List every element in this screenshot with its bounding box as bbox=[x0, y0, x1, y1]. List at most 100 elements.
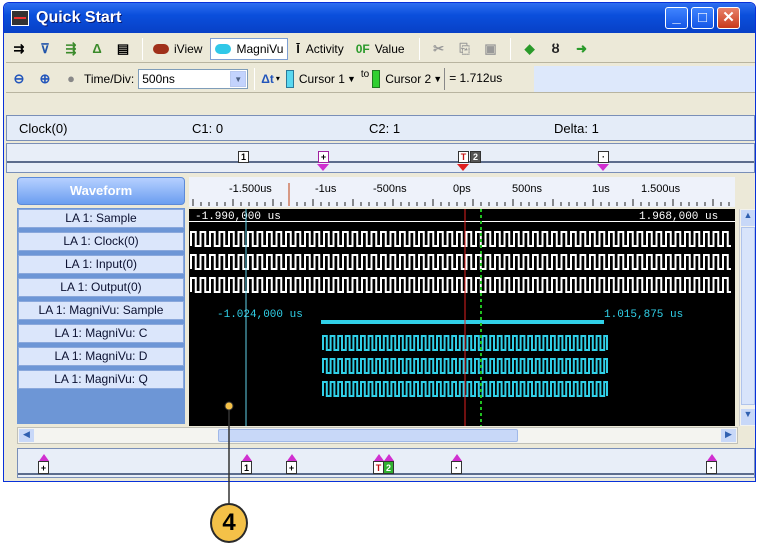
properties-icon[interactable]: ▤ bbox=[113, 40, 133, 58]
cursor2-select[interactable]: Cursor 2 ▼ bbox=[382, 69, 444, 89]
delta-t-icon[interactable]: Δ bbox=[87, 40, 107, 58]
signal-name[interactable]: LA 1: MagniVu: Q bbox=[18, 370, 184, 389]
delta-readout: Delta: 1 bbox=[554, 121, 599, 136]
cursor1-color-icon bbox=[285, 69, 294, 88]
magnivu-sample-bar bbox=[321, 320, 604, 324]
insert-separator-icon[interactable]: ⇉ bbox=[9, 40, 29, 58]
signal-name[interactable]: LA 1: MagniVu: D bbox=[18, 347, 184, 366]
delta-t-button[interactable]: Δt bbox=[261, 72, 274, 86]
copy-icon[interactable]: ⎘ bbox=[455, 40, 475, 58]
signal-name[interactable]: LA 1: MagniVu: Sample bbox=[18, 301, 184, 320]
iview-label: iView bbox=[174, 41, 203, 56]
cursor-readout-bar: Clock(0) C1: 0 C2: 1 Delta: 1 bbox=[6, 115, 755, 141]
signal-name[interactable]: LA 1: Sample bbox=[18, 209, 184, 228]
timediv-value: 500ns bbox=[142, 71, 175, 86]
callout-badge: 4 bbox=[210, 503, 248, 543]
magnivu-button[interactable]: MagniVu bbox=[210, 37, 289, 60]
value-icon: 0F bbox=[355, 41, 370, 56]
close-button[interactable]: ✕ bbox=[717, 7, 740, 29]
waveform-plot[interactable]: -1.990,000 us 1.968,000 us -1.024,000 us… bbox=[189, 209, 735, 426]
zoom-out-icon[interactable]: ⊖ bbox=[9, 70, 29, 88]
toolbar-separator bbox=[142, 37, 143, 60]
quick-start-window: Quick Start _ □ ✕ ⇉ ⊽ ⇶ Δ ▤ iView MagniV… bbox=[3, 2, 756, 482]
chevron-down-icon: ▼ bbox=[230, 70, 247, 87]
c2-readout: C2: 1 bbox=[369, 121, 401, 136]
value-button[interactable]: 0F Value bbox=[352, 38, 409, 60]
cursor2-value: Cursor 2 bbox=[385, 71, 432, 86]
filter-icon[interactable]: ⊽ bbox=[35, 40, 55, 58]
search-forward-icon[interactable]: ➜ bbox=[572, 40, 592, 58]
scroll-left-icon[interactable]: ◀ bbox=[19, 429, 34, 442]
chevron-down-icon[interactable]: ▾ bbox=[276, 74, 280, 83]
clock-trace bbox=[190, 231, 731, 247]
cut-icon[interactable]: ✂ bbox=[429, 40, 449, 58]
vertical-scroll-thumb[interactable] bbox=[741, 227, 755, 405]
toolbar-separator bbox=[418, 37, 420, 60]
goto-icon[interactable]: ⇶ bbox=[61, 40, 81, 58]
marker-icon[interactable]: + bbox=[286, 454, 297, 474]
iview-button[interactable]: iView bbox=[149, 38, 206, 60]
signal-name-list: LA 1: Sample LA 1: Clock(0) LA 1: Input(… bbox=[17, 208, 185, 424]
timediv-select[interactable]: 500ns ▼ bbox=[138, 68, 249, 89]
zoom-in-icon[interactable]: ⊕ bbox=[35, 70, 55, 88]
find-icon[interactable]: ȣ bbox=[546, 40, 566, 58]
vertical-scrollbar[interactable]: ▲ ▼ bbox=[739, 209, 755, 426]
signal-name[interactable]: LA 1: MagniVu: C bbox=[18, 324, 184, 343]
input-trace bbox=[190, 254, 731, 270]
cursor2-color-icon bbox=[372, 69, 381, 88]
zoom-fit-icon[interactable]: ● bbox=[61, 70, 81, 88]
ruler-ticks bbox=[192, 183, 730, 206]
signal-name[interactable]: LA 1: Input(0) bbox=[18, 255, 184, 274]
maximize-button[interactable]: □ bbox=[691, 7, 714, 29]
cursor1-marker[interactable]: 1 bbox=[238, 151, 249, 163]
marker-icon[interactable]: · bbox=[706, 454, 717, 474]
activity-icon: Ī bbox=[296, 41, 300, 56]
chevron-down-icon: ▼ bbox=[433, 73, 443, 84]
time-ruler[interactable]: -1.500us -1us -500ns 0ps 500ns 1us 1.500… bbox=[189, 177, 735, 207]
bottom-marker-bar[interactable]: + 1 + T 2 · · bbox=[17, 448, 755, 478]
cursor-toolbar: ⊖ ⊕ ● Time/Div: 500ns ▼ Δt ▾ Cursor 1 ▼ to … bbox=[6, 65, 755, 93]
horizontal-scrollbar[interactable]: ◀ ▶ bbox=[17, 427, 738, 444]
marker-icon[interactable]: · bbox=[598, 151, 609, 163]
delta-value: = 1.712us bbox=[444, 67, 524, 90]
main-toolbar: ⇉ ⊽ ⇶ Δ ▤ iView MagniVu Ī Activity 0F Valu… bbox=[6, 35, 755, 63]
scroll-right-icon[interactable]: ▶ bbox=[721, 429, 736, 442]
horizontal-scroll-thumb[interactable] bbox=[218, 429, 518, 442]
title-bar[interactable]: Quick Start _ □ ✕ bbox=[4, 3, 755, 33]
magnivu-left-label: -1.024,000 us bbox=[217, 309, 303, 321]
toolbar-separator bbox=[509, 37, 511, 60]
paste-icon[interactable]: ▣ bbox=[481, 40, 501, 58]
magnivu-right-label: 1.015,875 us bbox=[604, 309, 683, 321]
iview-icon bbox=[153, 43, 169, 54]
marker-icon[interactable]: · bbox=[451, 454, 462, 474]
marker-icon[interactable]: + bbox=[318, 151, 329, 163]
marker-arrow-icon bbox=[597, 164, 609, 171]
minimize-button[interactable]: _ bbox=[665, 7, 688, 29]
cursor2-marker[interactable]: 2 bbox=[383, 454, 394, 474]
scroll-up-icon[interactable]: ▲ bbox=[741, 210, 755, 226]
clock-readout: Clock(0) bbox=[19, 121, 68, 136]
waveform-canvas: -1.990,000 us 1.968,000 us -1.024,000 us… bbox=[189, 209, 735, 426]
trigger-arrow-icon bbox=[457, 164, 469, 171]
marker-icon[interactable]: + bbox=[38, 454, 49, 474]
c1-readout: C1: 0 bbox=[192, 121, 224, 136]
signal-name[interactable]: LA 1: Output(0) bbox=[18, 278, 184, 297]
signal-name[interactable]: LA 1: Clock(0) bbox=[18, 232, 184, 251]
trigger-marker[interactable]: T bbox=[458, 151, 469, 163]
marker-arrow-icon bbox=[317, 164, 329, 171]
scroll-down-icon[interactable]: ▼ bbox=[741, 409, 755, 425]
output-trace bbox=[190, 277, 731, 293]
cursor2-marker[interactable]: 2 bbox=[470, 151, 481, 163]
sample-line bbox=[189, 221, 735, 222]
toolbar-filler bbox=[534, 65, 755, 92]
value-label: Value bbox=[374, 41, 405, 56]
overview-marker-bar[interactable]: 1 + T 2 · bbox=[6, 143, 755, 173]
cursor1-marker[interactable]: 1 bbox=[241, 454, 252, 474]
app-icon bbox=[11, 10, 29, 26]
waveform-column-header[interactable]: Waveform bbox=[17, 177, 185, 205]
search-back-icon[interactable]: ◆ bbox=[520, 40, 540, 58]
activity-button[interactable]: Ī Activity bbox=[292, 38, 347, 60]
overview-line bbox=[7, 161, 754, 163]
timediv-label: Time/Div: bbox=[84, 71, 135, 86]
cursor1-select[interactable]: Cursor 1 ▼ bbox=[296, 69, 358, 89]
